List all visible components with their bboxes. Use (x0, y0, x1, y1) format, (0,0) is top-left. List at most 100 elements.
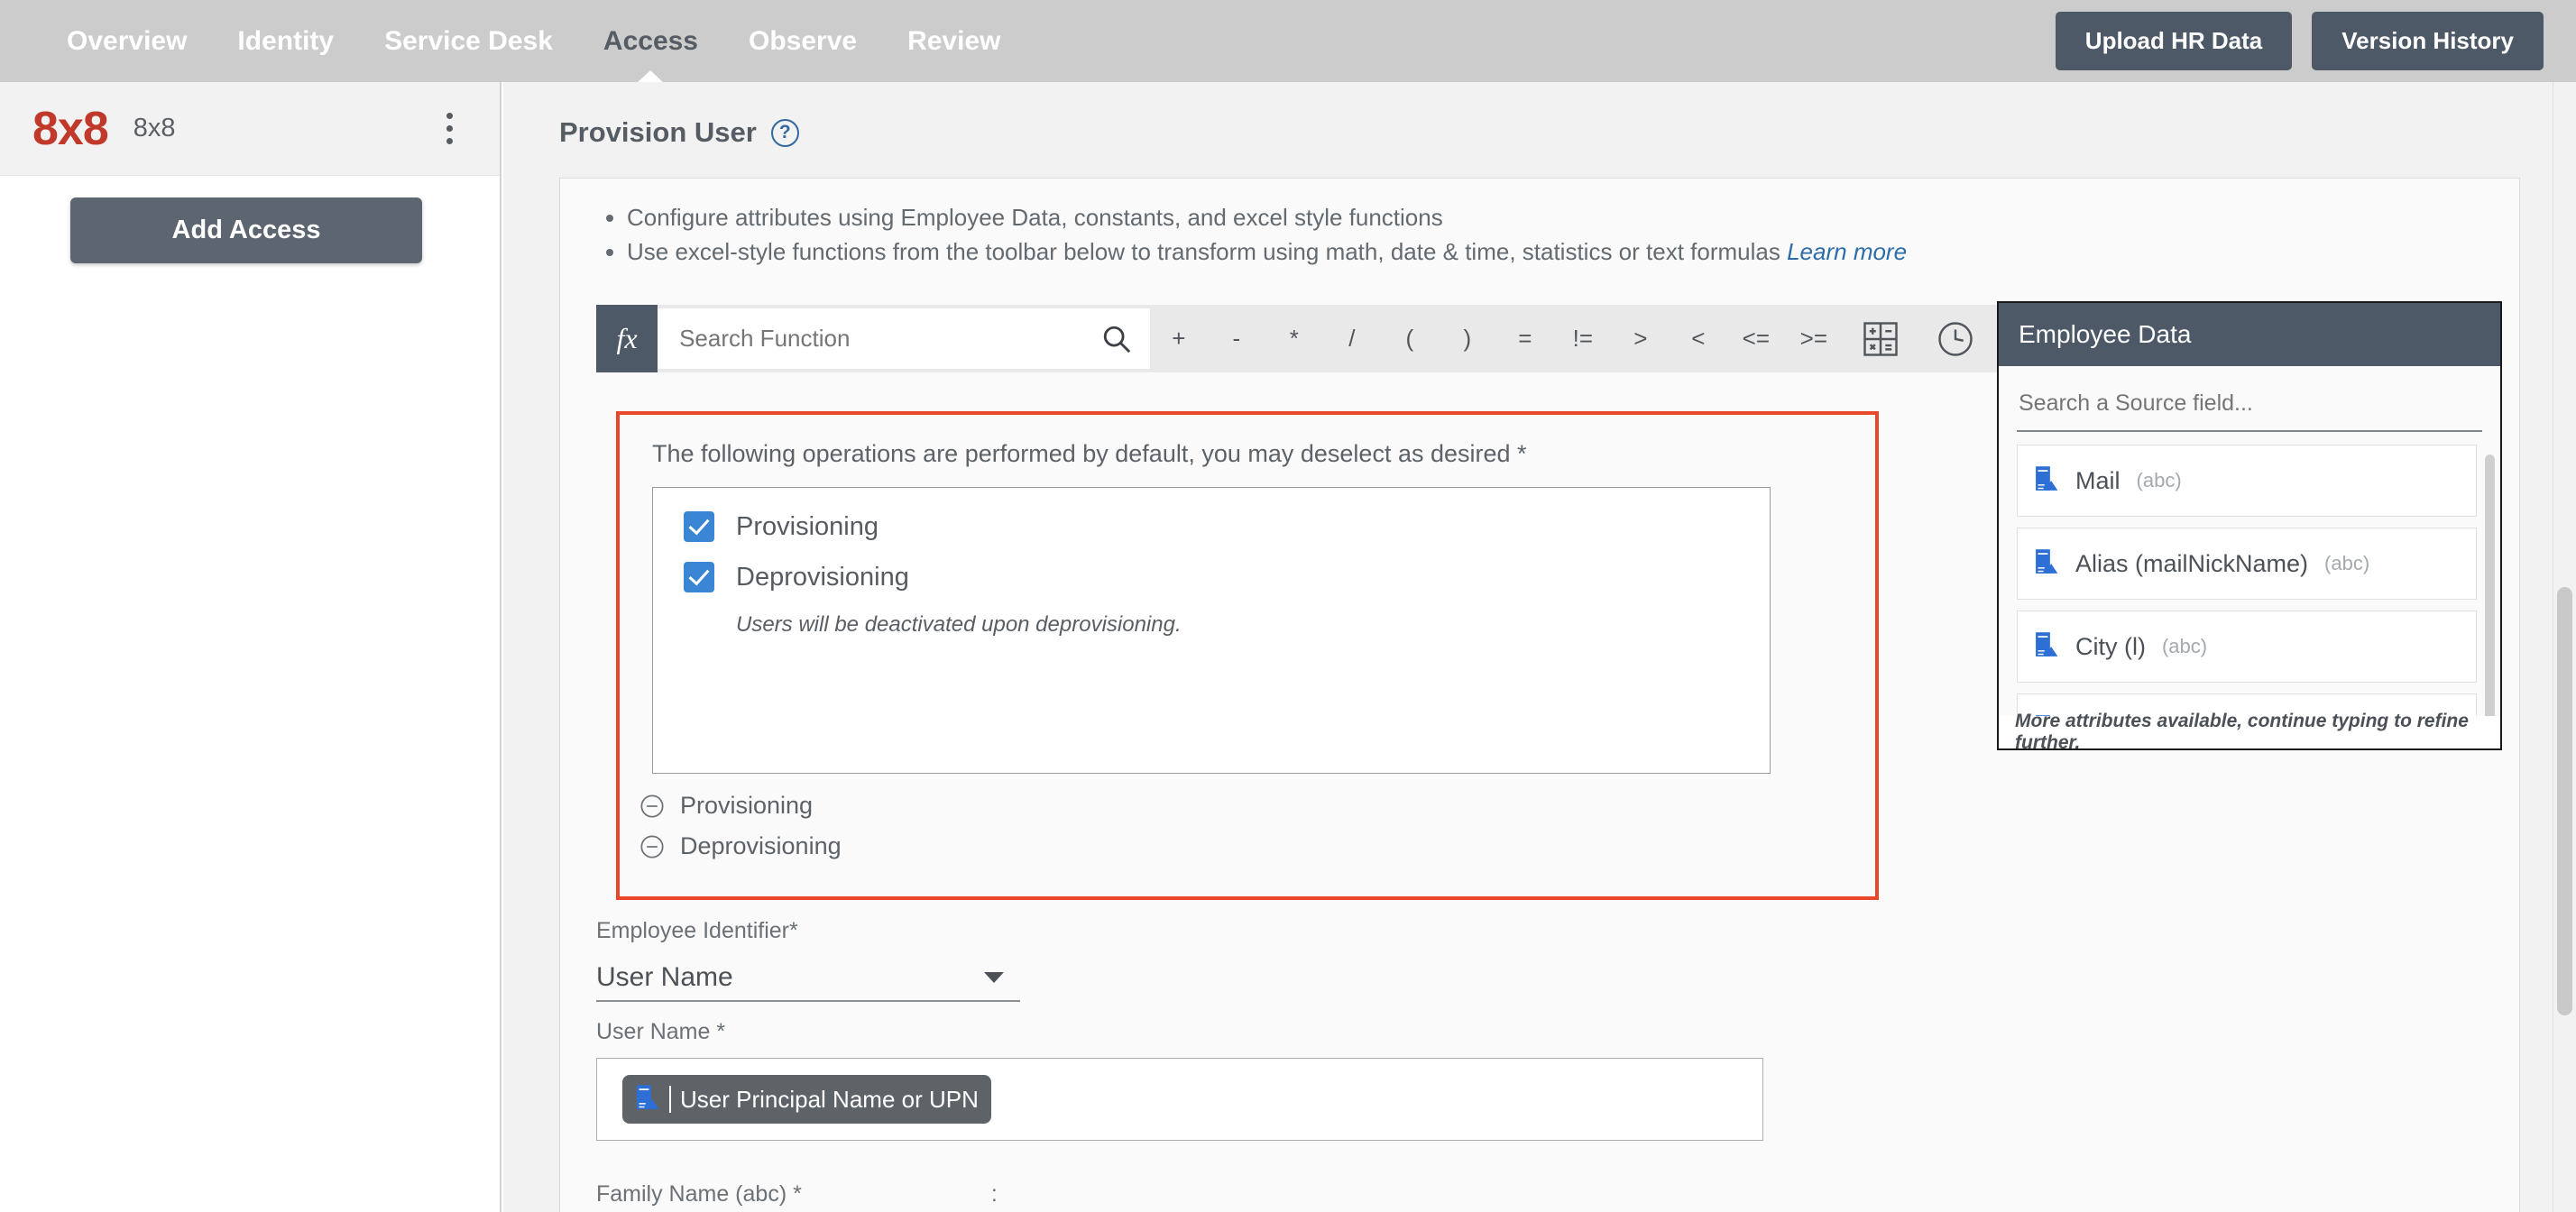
provisioning-label: Provisioning (736, 511, 879, 541)
bullet-text-2: Use excel-style functions from the toolb… (627, 237, 1780, 265)
operator-button-11[interactable]: >= (1785, 305, 1843, 372)
operations-instruction: The following operations are performed b… (652, 440, 1527, 467)
deprovisioning-checkbox[interactable] (684, 562, 714, 592)
operator-button-3[interactable]: / (1323, 305, 1381, 372)
page-title: Provision User (559, 116, 757, 148)
employee-data-item[interactable]: Mail (abc) (2017, 445, 2477, 517)
add-access-button[interactable]: Add Access (70, 197, 422, 263)
employee-data-panel: Employee Data Mail (abc) Alias (mailNickN… (1997, 301, 2502, 750)
deprovisioning-label: Deprovisioning (736, 562, 909, 592)
operator-button-0[interactable]: + (1150, 305, 1208, 372)
employee-data-footer: More attributes available, continue typi… (1999, 711, 2500, 748)
nav-item-service-desk[interactable]: Service Desk (359, 0, 578, 82)
employee-data-item-type: (abc) (2136, 469, 2182, 491)
family-name-label-row: Family Name (abc) * : (596, 1181, 1763, 1207)
instruction-bullets: Configure attributes using Employee Data… (560, 179, 2519, 269)
page-title-row: Provision User ? (503, 82, 2576, 149)
user-name-field: User Name * User Principal Name or UPN (596, 1019, 1763, 1141)
provisioning-checkbox[interactable] (684, 511, 714, 542)
nav-item-access[interactable]: Access (578, 0, 723, 82)
source-field-icon (2036, 549, 2058, 574)
math-functions-icon[interactable] (1843, 305, 1918, 372)
operator-button-2[interactable]: * (1265, 305, 1323, 372)
learn-more-link[interactable]: Learn more (1787, 238, 1907, 265)
more-vertical-icon[interactable] (431, 106, 467, 152)
search-icon[interactable] (1101, 324, 1132, 354)
checkbox-row-provisioning[interactable]: Provisioning (653, 511, 1770, 542)
user-name-label: User Name * (596, 1019, 726, 1044)
source-field-search-input[interactable] (2017, 390, 2482, 418)
page-scrollbar-thumb[interactable] (2557, 587, 2572, 1015)
operator-button-5[interactable]: ) (1439, 305, 1496, 372)
source-field-icon (2036, 466, 2058, 491)
nav-items: Overview Identity Service Desk Access Observ… (0, 0, 1026, 82)
search-function-container (658, 308, 1150, 369)
search-function-input[interactable] (677, 324, 1101, 354)
collapsed-sections: Provisioning Deprovisioning (639, 792, 842, 860)
source-field-icon (2036, 632, 2058, 656)
operator-button-4[interactable]: ( (1381, 305, 1439, 372)
nav-item-identity[interactable]: Identity (212, 0, 359, 82)
operator-buttons: + - * /() = != > < <= >= (1150, 305, 1843, 372)
employee-data-item-type: (abc) (2324, 552, 2370, 574)
employee-data-title: Employee Data (1999, 303, 2500, 366)
add-access-container: Add Access (0, 176, 500, 263)
section-deprovisioning[interactable]: Deprovisioning (639, 832, 842, 860)
operations-checkbox-box: Provisioning Deprovisioning Users will b… (652, 487, 1771, 774)
upload-hr-data-button[interactable]: Upload HR Data (2055, 12, 2293, 70)
employee-data-item-name: City (l) (2075, 632, 2146, 660)
chip-divider (669, 1086, 671, 1113)
family-name-field: Family Name (abc) * : (596, 1181, 1763, 1212)
app-name-label: 8x8 (133, 114, 176, 142)
sidebar: 8x8 8x8 Add Access (0, 82, 501, 1212)
employee-data-item[interactable]: City (l) (abc) (2017, 611, 2477, 683)
main-content: Provision User ? Configure attributes us… (503, 82, 2576, 1212)
operator-button-6[interactable]: = (1496, 305, 1554, 372)
family-name-label: Family Name (abc) * (596, 1181, 802, 1207)
bullet-text-1: Configure attributes using Employee Data… (627, 204, 1443, 231)
bullet-item: Configure attributes using Employee Data… (627, 202, 2519, 234)
operator-button-1[interactable]: - (1208, 305, 1265, 372)
user-name-chip[interactable]: User Principal Name or UPN (622, 1075, 991, 1124)
employee-data-item-type: (abc) (2161, 635, 2208, 657)
section-provisioning[interactable]: Provisioning (639, 792, 842, 820)
minus-circle-icon (640, 834, 664, 858)
operations-highlight-region: The following operations are performed b… (616, 411, 1879, 900)
employee-identifier-label: Employee Identifier* (596, 918, 798, 943)
app-header: 8x8 8x8 (0, 82, 500, 176)
operator-button-7[interactable]: != (1554, 305, 1612, 372)
user-name-input[interactable]: User Principal Name or UPN (596, 1058, 1763, 1141)
employee-identifier-dropdown[interactable]: User Name (596, 955, 1020, 1002)
employee-identifier-field: Employee Identifier* User Name (596, 918, 1020, 1002)
help-circle-icon[interactable]: ? (770, 118, 799, 147)
employee-data-item-name: Alias (mailNickName) (2075, 549, 2309, 577)
operator-button-9[interactable]: < (1670, 305, 1727, 372)
employee-identifier-value: User Name (596, 962, 733, 992)
app-logo: 8x8 (32, 102, 109, 155)
source-field-icon (637, 1085, 659, 1109)
page-scrollbar-track[interactable] (2553, 82, 2576, 1212)
bullet-item: Use excel-style functions from the toolb… (627, 236, 2519, 269)
clock-icon[interactable] (1918, 305, 1993, 372)
nav-item-review[interactable]: Review (882, 0, 1026, 82)
formula-toolbar: fx +-*/()=!=><<=>= (596, 305, 2220, 372)
chevron-down-icon (984, 972, 1004, 983)
nav-item-observe[interactable]: Observe (723, 0, 882, 82)
top-navigation-bar: Overview Identity Service Desk Access Observ… (0, 0, 2576, 82)
nav-item-overview[interactable]: Overview (41, 0, 212, 82)
version-history-button[interactable]: Version History (2312, 12, 2544, 70)
employee-data-scrollbar[interactable] (2485, 454, 2495, 725)
minus-circle-icon (640, 794, 664, 818)
section-provisioning-label: Provisioning (680, 792, 814, 819)
employee-data-item-name: Mail (2075, 466, 2121, 494)
fx-button[interactable]: fx (596, 305, 658, 372)
operator-button-10[interactable]: <= (1727, 305, 1785, 372)
employee-data-item[interactable]: Alias (mailNickName) (abc) (2017, 528, 2477, 600)
deprovisioning-note: Users will be deactivated upon deprovisi… (736, 612, 1182, 637)
section-deprovisioning-label: Deprovisioning (680, 832, 842, 859)
family-name-colon: : (990, 1181, 998, 1207)
operator-button-8[interactable]: > (1612, 305, 1670, 372)
user-name-chip-text: User Principal Name or UPN (680, 1085, 979, 1113)
employee-data-search-container (2017, 366, 2482, 432)
checkbox-row-deprovisioning[interactable]: Deprovisioning (653, 562, 1770, 592)
